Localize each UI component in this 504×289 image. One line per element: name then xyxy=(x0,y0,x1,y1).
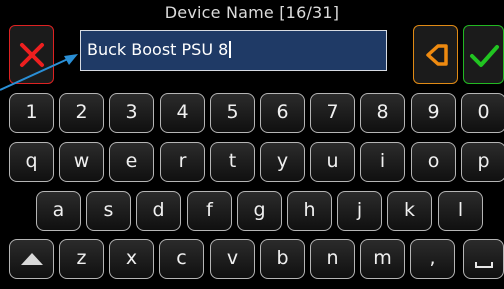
key-6[interactable]: 6 xyxy=(260,93,305,133)
backspace-button[interactable] xyxy=(413,25,458,84)
key-2[interactable]: 2 xyxy=(59,93,104,133)
key-j[interactable]: j xyxy=(337,191,382,231)
key-1[interactable]: 1 xyxy=(9,93,54,133)
key-7[interactable]: 7 xyxy=(310,93,355,133)
key-e[interactable]: e xyxy=(109,142,154,182)
key-d[interactable]: d xyxy=(136,191,181,231)
key-0[interactable]: 0 xyxy=(461,93,504,133)
key-s[interactable]: s xyxy=(86,191,131,231)
key-a[interactable]: a xyxy=(36,191,81,231)
device-name-text: Buck Boost PSU 8 xyxy=(87,40,229,59)
key-k[interactable]: k xyxy=(387,191,432,231)
key-u[interactable]: u xyxy=(310,142,355,182)
key-b[interactable]: b xyxy=(260,239,305,279)
space-icon xyxy=(474,262,493,268)
confirm-button[interactable] xyxy=(463,25,504,84)
shift-icon xyxy=(20,253,43,265)
key-l[interactable]: l xyxy=(438,191,483,231)
dialog-title: Device Name [16/31] xyxy=(164,3,340,22)
key-q[interactable]: q xyxy=(9,142,54,182)
key-c[interactable]: c xyxy=(159,239,204,279)
key-y[interactable]: y xyxy=(260,142,305,182)
key-comma[interactable]: , xyxy=(410,239,455,279)
shift-key[interactable] xyxy=(9,239,54,279)
key-p[interactable]: p xyxy=(461,142,504,182)
key-9[interactable]: 9 xyxy=(411,93,456,133)
key-3[interactable]: 3 xyxy=(109,93,154,133)
check-icon xyxy=(470,45,499,67)
backspace-icon xyxy=(426,44,448,66)
text-cursor xyxy=(229,41,231,58)
key-8[interactable]: 8 xyxy=(360,93,405,133)
key-5[interactable]: 5 xyxy=(210,93,255,133)
key-m[interactable]: m xyxy=(360,239,405,279)
key-i[interactable]: i xyxy=(360,142,405,182)
key-v[interactable]: v xyxy=(210,239,255,279)
key-n[interactable]: n xyxy=(310,239,355,279)
key-w[interactable]: w xyxy=(59,142,104,182)
device-name-input[interactable]: Buck Boost PSU 8 xyxy=(80,30,387,71)
key-r[interactable]: r xyxy=(160,142,205,182)
key-o[interactable]: o xyxy=(411,142,456,182)
key-f[interactable]: f xyxy=(187,191,232,231)
key-t[interactable]: t xyxy=(210,142,255,182)
key-z[interactable]: z xyxy=(59,239,104,279)
key-g[interactable]: g xyxy=(237,191,282,231)
key-4[interactable]: 4 xyxy=(160,93,205,133)
key-x[interactable]: x xyxy=(109,239,154,279)
key-h[interactable]: h xyxy=(287,191,332,231)
space-key[interactable] xyxy=(463,239,504,279)
